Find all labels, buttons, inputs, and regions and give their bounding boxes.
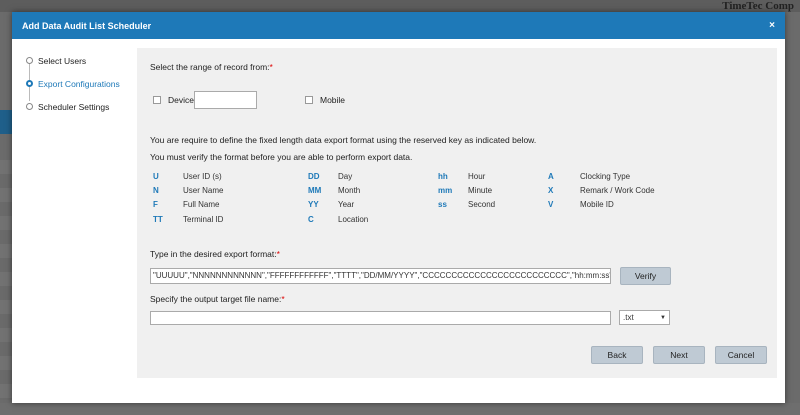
key-code: ss (438, 200, 447, 209)
step-label: Scheduler Settings (38, 101, 110, 112)
device-checkbox[interactable] (153, 96, 161, 104)
key-code: N (153, 186, 159, 195)
key-code: C (308, 215, 314, 224)
mobile-label: Mobile (320, 95, 346, 105)
key-code: MM (308, 186, 322, 195)
background-brand: TimeTec Comp (722, 0, 794, 12)
key-description: Location (338, 215, 369, 224)
key-description: Second (468, 200, 496, 209)
filename-label: Specify the output target file name:* (150, 294, 285, 304)
key-code: TT (153, 215, 163, 224)
background-footer (0, 403, 800, 415)
key-code: YY (308, 200, 319, 209)
back-button[interactable]: Back (591, 346, 643, 364)
key-description: Month (338, 186, 361, 195)
dialog-title: Add Data Audit List Scheduler (22, 20, 152, 31)
filename-input[interactable] (150, 311, 611, 325)
step-select-users[interactable]: Select Users (26, 49, 120, 72)
export-format-input[interactable]: "UUUUU","NNNNNNNNNNNN","FFFFFFFFFFFF","T… (150, 268, 611, 284)
step-label: Select Users (38, 55, 87, 66)
close-icon[interactable]: × (769, 20, 775, 31)
device-input[interactable] (194, 91, 257, 109)
key-description: Full Name (183, 200, 220, 209)
range-label: Select the range of record from:* (150, 62, 273, 72)
key-code: V (548, 200, 554, 209)
key-description: User Name (183, 186, 224, 195)
key-code: DD (308, 172, 320, 181)
key-description: Clocking Type (580, 172, 631, 181)
scheduler-dialog: Add Data Audit List Scheduler × Select U… (12, 12, 785, 403)
step-scheduler-settings[interactable]: Scheduler Settings (26, 95, 120, 118)
key-description: Mobile ID (580, 200, 614, 209)
extension-select[interactable]: .txt ▼ (619, 310, 670, 325)
key-code: F (153, 200, 158, 209)
key-description: Day (338, 172, 353, 181)
key-description: Minute (468, 186, 493, 195)
export-config-panel: Select the range of record from:* Device… (137, 48, 777, 378)
instruction-line-2: You must verify the format before you ar… (150, 152, 413, 162)
device-label: Device (168, 95, 194, 105)
key-description: Remark / Work Code (580, 186, 655, 195)
instruction-line-1: You are require to define the fixed leng… (150, 135, 537, 145)
key-description: Terminal ID (183, 215, 224, 224)
key-description: Hour (468, 172, 486, 181)
key-code: mm (438, 186, 453, 195)
step-dot-icon (26, 80, 33, 87)
key-code: U (153, 172, 159, 181)
format-label: Type in the desired export format:* (150, 249, 280, 259)
key-description: Year (338, 200, 355, 209)
wizard-steps: Select Users Export Configurations Sched… (26, 49, 120, 118)
step-label: Export Configurations (38, 78, 120, 89)
verify-button[interactable]: Verify (620, 267, 671, 285)
step-dot-icon (26, 57, 33, 64)
step-dot-icon (26, 103, 33, 110)
extension-value: .txt (623, 313, 634, 322)
cancel-button[interactable]: Cancel (715, 346, 767, 364)
background-header (0, 0, 800, 12)
step-export-configurations[interactable]: Export Configurations (26, 72, 120, 95)
next-button[interactable]: Next (653, 346, 705, 364)
dialog-titlebar: Add Data Audit List Scheduler × (12, 12, 785, 39)
key-code: hh (438, 172, 448, 181)
key-code: A (548, 172, 554, 181)
key-description: User ID (s) (183, 172, 222, 181)
chevron-down-icon: ▼ (660, 315, 666, 321)
key-code: X (548, 186, 554, 195)
mobile-checkbox[interactable] (305, 96, 313, 104)
